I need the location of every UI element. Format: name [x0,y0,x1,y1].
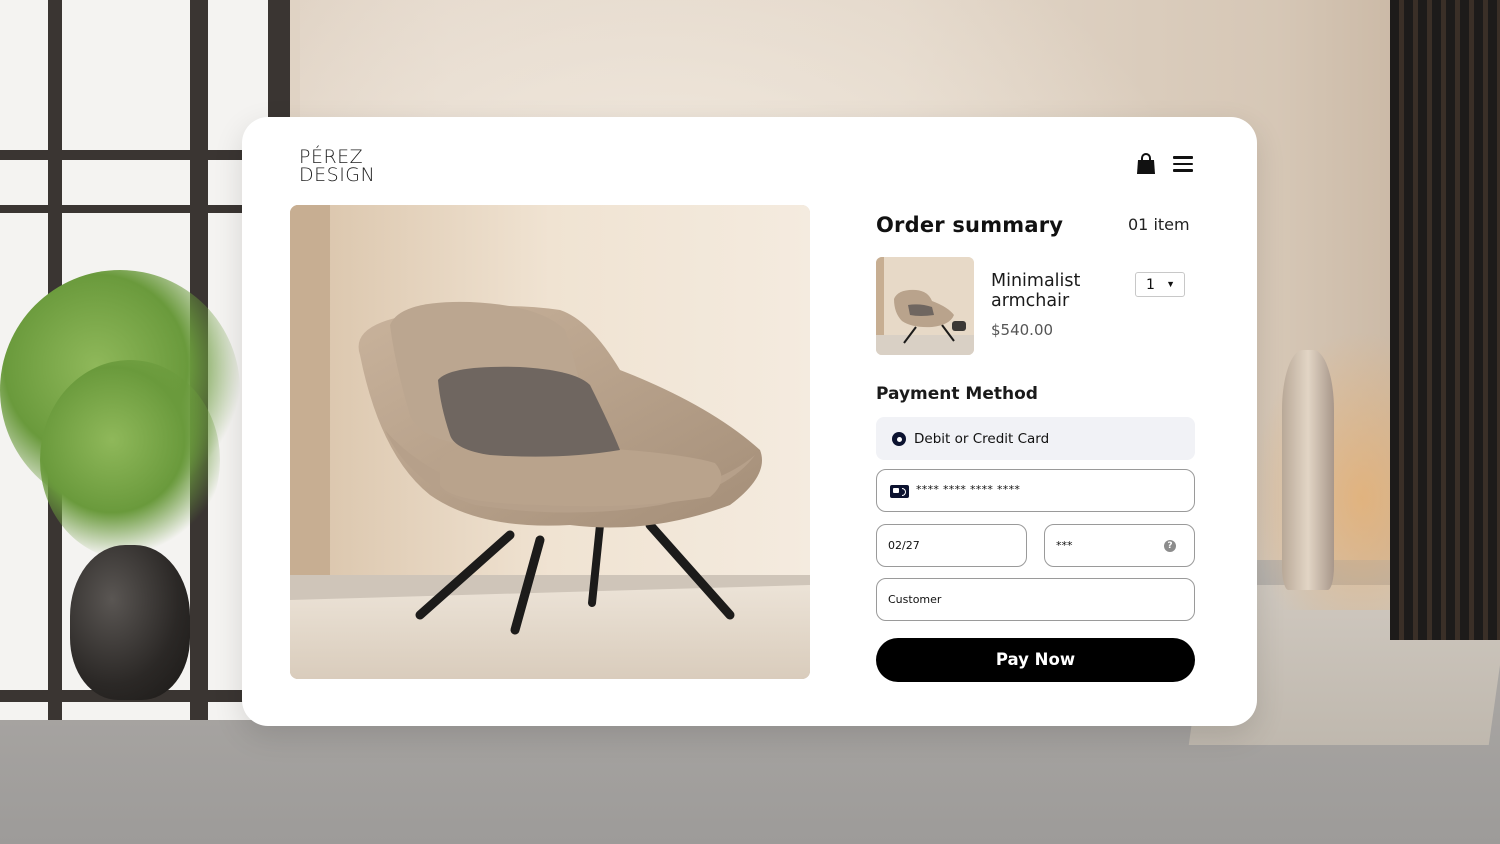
payment-option-label: Debit or Credit Card [914,431,1050,447]
product-name[interactable]: Minimalist armchair [991,271,1111,311]
shopping-bag-icon[interactable] [1136,153,1156,175]
caret-down-icon: ▼ [1166,279,1175,289]
brand-logo[interactable]: PÉREZ DESIGN [299,148,409,186]
expiry-value: 02/27 [888,539,920,552]
cardholder-value: Customer [888,593,942,606]
hamburger-menu-icon[interactable] [1173,156,1193,172]
radio-selected-icon[interactable] [892,432,906,446]
pay-now-button[interactable]: Pay Now [876,638,1195,682]
payment-method-title: Payment Method [876,384,1038,404]
checkout-card: PÉREZ DESIGN Order summary 01 item Minim… [242,117,1257,726]
credit-card-icon [890,485,909,498]
cardholder-name-field[interactable]: Customer [876,578,1195,621]
order-summary-title: Order summary [876,213,1064,237]
quantity-select[interactable]: 1 ▼ [1135,272,1185,297]
product-image [290,205,810,679]
plant-pot [70,545,190,700]
vase [1282,350,1334,590]
card-number-field[interactable]: **** **** **** **** [876,469,1195,512]
wall-slats [1390,0,1500,640]
product-thumbnail[interactable] [876,257,974,355]
cvv-value: *** [1056,539,1073,552]
cvv-field[interactable]: *** ? [1044,524,1195,567]
expiry-date-field[interactable]: 02/27 [876,524,1027,567]
card-number-value: **** **** **** **** [916,483,1021,496]
help-icon[interactable]: ? [1164,540,1176,552]
product-price: $540.00 [991,321,1054,339]
item-count: 01 item [1128,215,1190,234]
brand-line-2: DESIGN [299,164,376,186]
quantity-value: 1 [1146,277,1155,293]
payment-option-card[interactable]: Debit or Credit Card [876,417,1195,460]
